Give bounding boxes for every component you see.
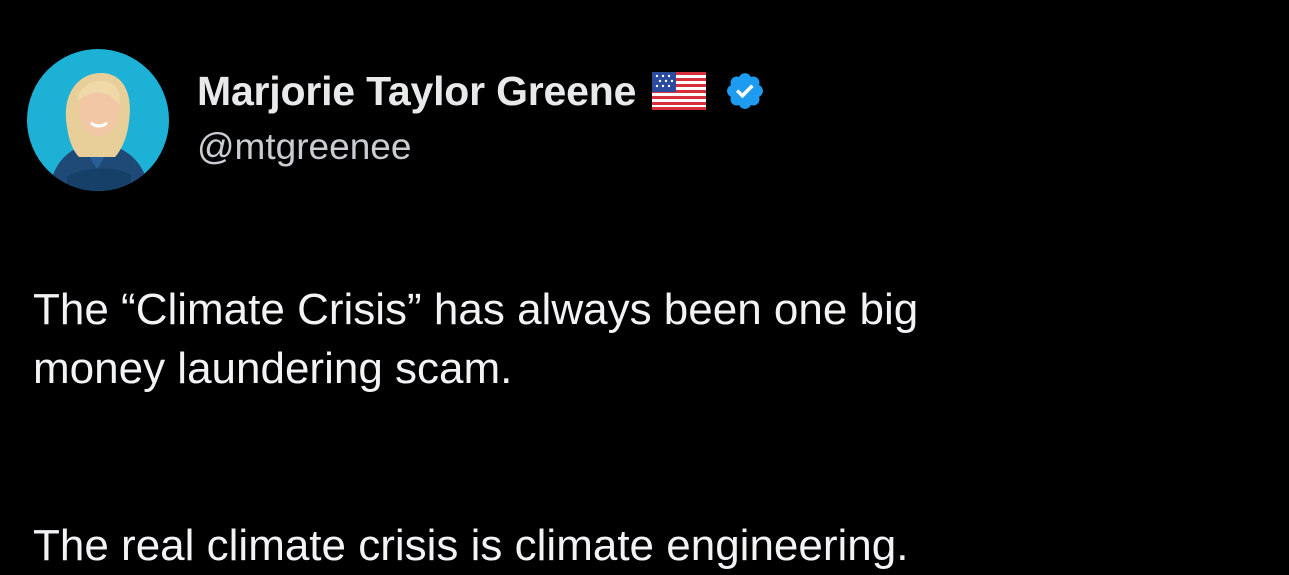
- author-handle[interactable]: @mtgreenee: [197, 126, 766, 168]
- tweet-paragraph: The “Climate Crisis” has always been one…: [33, 285, 919, 393]
- author-display-name[interactable]: Marjorie Taylor Greene: [197, 68, 636, 115]
- verified-badge-icon[interactable]: [724, 70, 766, 112]
- us-flag-icon: [652, 72, 707, 110]
- tweet-text: The “Climate Crisis” has always been one…: [33, 280, 1263, 575]
- author-block: Marjorie Taylor Greene @mtgreenee: [197, 62, 766, 168]
- tweet-paragraph: The real climate crisis is climate engin…: [33, 521, 909, 570]
- author-name-row: Marjorie Taylor Greene: [197, 62, 766, 120]
- tweet-card: Marjorie Taylor Greene @mtgreenee The “C…: [0, 0, 1289, 571]
- profile-avatar[interactable]: [27, 49, 169, 191]
